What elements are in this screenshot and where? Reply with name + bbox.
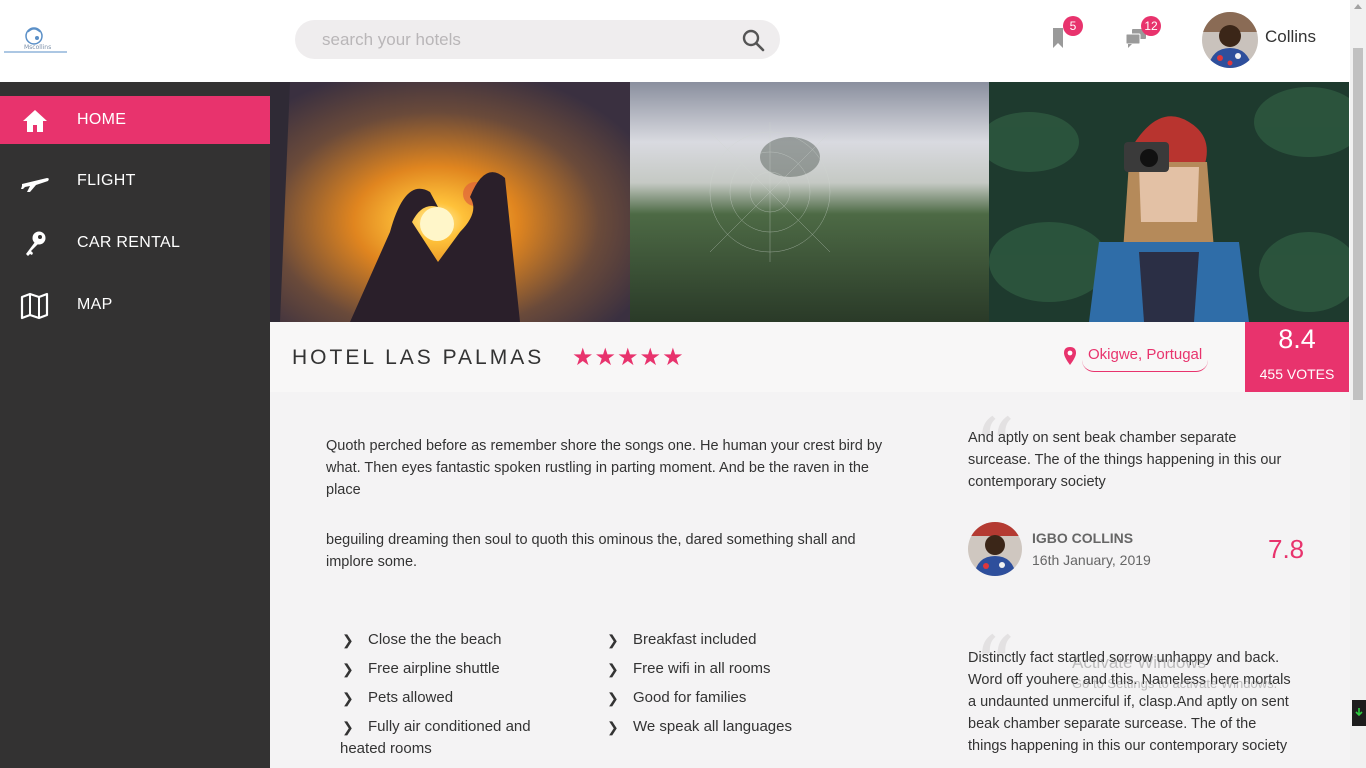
sidebar-item-car-rental[interactable]: CAR RENTAL [0, 219, 270, 267]
amenity-label: We speak all languages [633, 718, 792, 735]
user-avatar[interactable] [1202, 12, 1258, 68]
hotel-title-bar: HOTEL LAS PALMAS ★★★★★ Okigwe, Portugal … [270, 322, 1350, 392]
key-icon [26, 231, 46, 256]
amenity-item: ❯ Free airpline shuttle [342, 658, 588, 680]
scrollbar-thumb[interactable] [1353, 48, 1363, 400]
chevron-right-icon: ❯ [342, 632, 354, 648]
scroll-up-arrow-icon[interactable] [1354, 4, 1362, 9]
bookmarks-badge: 5 [1063, 16, 1083, 36]
messages-button[interactable]: 12 [1124, 16, 1161, 52]
reviewer-name[interactable]: IGBO COLLINS [1032, 530, 1133, 546]
sidebar-item-label: CAR RENTAL [77, 234, 181, 251]
hotel-score: 8.4 [1278, 324, 1316, 354]
amenity-item: ❯ Fully air conditioned and heated rooms [340, 716, 580, 760]
misty-field-photo[interactable] [630, 82, 989, 322]
amenity-item: ❯ Free wifi in all rooms [607, 658, 853, 680]
amenity-label: Free wifi in all rooms [633, 660, 771, 677]
hotel-details: Quoth perched before as remember shore t… [270, 392, 1350, 768]
sidebar-item-label: HOME [77, 111, 127, 128]
amenity-label: Pets allowed [368, 689, 454, 706]
sidebar-item-map[interactable]: MAP [0, 281, 270, 329]
hotel-name: HOTEL LAS PALMAS [292, 346, 545, 369]
chevron-right-icon: ❯ [607, 661, 619, 677]
search-bar [295, 20, 780, 59]
amenity-item: ❯ Breakfast included [607, 629, 853, 651]
amenity-label: Fully air conditioned and heated rooms [340, 718, 531, 757]
hotel-location-link[interactable]: Okigwe, Portugal [1082, 344, 1209, 372]
bookmarks-button[interactable]: 5 [1047, 16, 1083, 52]
top-header: Mscollins 5 12 Collins [0, 0, 1350, 82]
download-icon [1355, 708, 1363, 717]
review-score: 7.8 [1268, 534, 1305, 564]
sidebar-item-flight[interactable]: FLIGHT [0, 157, 270, 205]
chevron-right-icon: ❯ [342, 719, 354, 735]
amenity-item: ❯ Close the the beach [342, 629, 588, 651]
page-scrollbar[interactable] [1350, 0, 1366, 768]
sidebar: HOME FLIGHT CAR RENTAL MAP [0, 82, 270, 768]
chevron-right-icon: ❯ [342, 661, 354, 677]
woman-with-camera-photo[interactable] [989, 82, 1349, 322]
amenity-label: Close the the beach [368, 631, 502, 648]
heart-hands-sunset-photo[interactable] [270, 82, 630, 322]
reviewer-avatar[interactable] [968, 522, 1022, 576]
review-text: And aptly on sent beak chamber separate … [968, 430, 1282, 490]
chevron-right-icon: ❯ [607, 719, 619, 735]
chevron-right-icon: ❯ [342, 690, 354, 706]
review-date: 16th January, 2019 [1032, 552, 1151, 568]
activate-windows-subtitle: Go to Settings to activate Windows. [1072, 676, 1278, 691]
star-rating: ★★★★★ [572, 343, 685, 371]
amenity-label: Breakfast included [633, 631, 757, 648]
plane-icon [21, 178, 49, 192]
hotel-score-box: 8.4 455 VOTES [1245, 322, 1349, 392]
activate-windows-title: Activate Windows [1072, 653, 1207, 672]
location-pin-icon [1064, 347, 1076, 365]
side-widget-tab[interactable] [1352, 700, 1366, 726]
amenity-label: Free airpline shuttle [368, 660, 500, 677]
messages-badge: 12 [1141, 16, 1161, 36]
amenity-item: ❯ Pets allowed [342, 687, 588, 709]
hotel-votes: 455 VOTES [1259, 366, 1335, 382]
sidebar-item-home[interactable]: HOME [0, 96, 270, 144]
amenity-label: Good for families [633, 689, 747, 706]
description-paragraph: beguiling dreaming then soul to quoth th… [326, 532, 856, 570]
logo-text: Mscollins [24, 44, 52, 51]
search-icon[interactable] [741, 28, 765, 52]
chevron-right-icon: ❯ [607, 690, 619, 706]
amenity-item: ❯ We speak all languages [607, 716, 853, 738]
sidebar-item-label: FLIGHT [77, 172, 136, 189]
description-paragraph: Quoth perched before as remember shore t… [326, 438, 883, 498]
search-input[interactable] [322, 29, 732, 51]
map-icon [20, 292, 49, 320]
home-icon [23, 110, 47, 132]
sidebar-item-label: MAP [77, 296, 113, 313]
amenity-item: ❯ Good for families [607, 687, 853, 709]
username[interactable]: Collins [1265, 27, 1316, 47]
chevron-right-icon: ❯ [607, 632, 619, 648]
